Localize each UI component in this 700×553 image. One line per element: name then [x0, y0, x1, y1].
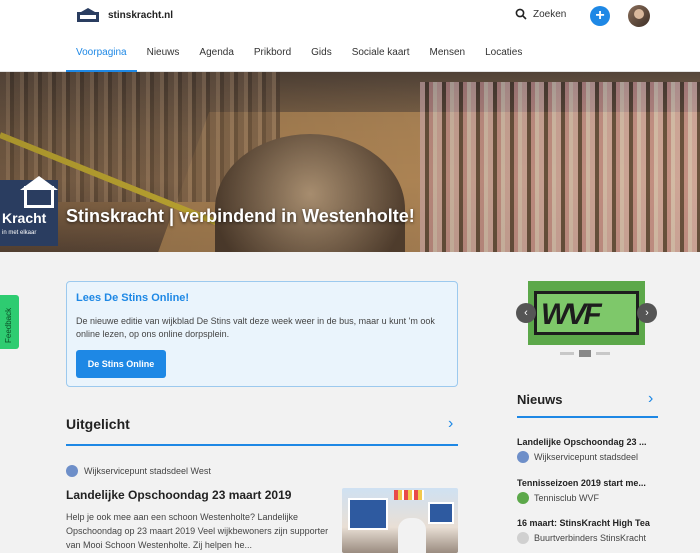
wvf-logo-text: WVF: [541, 298, 602, 331]
news-item[interactable]: Tennisseizoen 2019 start me... Tennisclu…: [517, 478, 657, 504]
feedback-tab[interactable]: Feedback: [0, 295, 19, 349]
nieuws-divider: [517, 416, 658, 418]
article-image-person: [398, 518, 426, 553]
wvf-logo: WVF: [534, 291, 639, 335]
nav-nieuws[interactable]: Nieuws: [137, 38, 190, 72]
uitgelicht-chevron-right-icon[interactable]: ›: [448, 415, 453, 433]
news-item-org-name: Wijkservicepunt stadsdeel: [534, 452, 639, 462]
nav-mensen[interactable]: Mensen: [420, 38, 476, 72]
hero-banner: Kracht in met elkaar Stinskracht | verbi…: [0, 72, 700, 252]
nav-prikbord[interactable]: Prikbord: [244, 38, 301, 72]
news-item-org: Tennisclub WVF: [517, 492, 657, 504]
hero-title: Stinskracht | verbindend in Westenholte!: [66, 206, 415, 226]
search-icon: [515, 8, 527, 20]
partner-slider: WVF ‹ ›: [516, 281, 657, 361]
nav-voorpagina[interactable]: Voorpagina: [66, 38, 137, 72]
article-org[interactable]: Wijkservicepunt stadsdeel West: [66, 465, 211, 477]
article-image[interactable]: [342, 488, 458, 553]
news-item[interactable]: Landelijke Opschoondag 23 ... Wijkservic…: [517, 437, 657, 463]
slide-wvf-logo[interactable]: WVF: [528, 281, 645, 345]
nav-sociale-kaart[interactable]: Sociale kaart: [342, 38, 420, 72]
promo-text: De nieuwe editie van wijkblad De Stins v…: [76, 316, 435, 339]
search-button[interactable]: Zoeken: [515, 8, 566, 20]
site-logo-icon[interactable]: [77, 8, 99, 22]
article-title[interactable]: Landelijke Opschoondag 23 maart 2019: [66, 488, 291, 502]
news-item-org-name: Buurtverbinders StinsKracht: [534, 533, 647, 543]
nieuws-chevron-right-icon[interactable]: ›: [648, 390, 653, 408]
house-icon: [24, 186, 54, 208]
news-item-org-name: Tennisclub WVF: [534, 493, 600, 503]
slider-next-button[interactable]: ›: [637, 303, 657, 323]
news-item-org: Buurtverbinders StinsKracht: [517, 532, 657, 544]
badge-sub: in met elkaar: [2, 230, 37, 236]
hero-logo-badge: Kracht in met elkaar: [0, 176, 58, 246]
slider-dot[interactable]: [596, 352, 610, 355]
article-excerpt: Help je ook mee aan een schoon Westenhol…: [66, 512, 329, 550]
nav-gids[interactable]: Gids: [301, 38, 342, 72]
article-image-flowers: [394, 490, 424, 500]
uitgelicht-divider: [66, 444, 458, 446]
org-logo-icon: [517, 451, 529, 463]
article-image-sign-small: [428, 502, 454, 524]
org-logo-icon: [66, 465, 78, 477]
news-item-title: Landelijke Opschoondag 23 ...: [517, 437, 647, 447]
de-stins-online-button[interactable]: De Stins Online: [76, 350, 166, 378]
slider-dot[interactable]: [560, 352, 574, 355]
news-item-org: Wijkservicepunt stadsdeel: [517, 451, 657, 463]
news-item-title: 16 maart: StinsKracht High Tea: [517, 518, 650, 528]
slider-prev-button[interactable]: ‹: [516, 303, 536, 323]
nav-agenda[interactable]: Agenda: [189, 38, 243, 72]
article-org-name: Wijkservicepunt stadsdeel West: [84, 466, 211, 476]
uitgelicht-title: Uitgelicht: [66, 416, 130, 432]
avatar[interactable]: [628, 5, 650, 27]
article-image-sign: [348, 498, 388, 530]
news-item-title: Tennisseizoen 2019 start me...: [517, 478, 646, 488]
nieuws-title: Nieuws: [517, 392, 563, 407]
add-button[interactable]: +: [590, 6, 610, 26]
feedback-label: Feedback: [4, 307, 13, 343]
org-logo-icon: [517, 492, 529, 504]
slider-dots: [560, 350, 610, 357]
nav-locaties[interactable]: Locaties: [475, 38, 532, 72]
promo-title: Lees De Stins Online!: [76, 292, 190, 304]
org-logo-icon: [517, 532, 529, 544]
main-nav: Voorpagina Nieuws Agenda Prikbord Gids S…: [66, 38, 532, 72]
promo-card: Lees De Stins Online! De nieuwe editie v…: [66, 281, 458, 387]
badge-word: Kracht: [2, 210, 47, 226]
site-name[interactable]: stinskracht.nl: [108, 10, 173, 21]
top-bar: stinskracht.nl Zoeken + Voorpagina Nieuw…: [0, 0, 700, 72]
news-item[interactable]: 16 maart: StinsKracht High Tea Buurtverb…: [517, 518, 657, 544]
slider-dot-active[interactable]: [579, 350, 591, 357]
search-label: Zoeken: [533, 8, 567, 20]
